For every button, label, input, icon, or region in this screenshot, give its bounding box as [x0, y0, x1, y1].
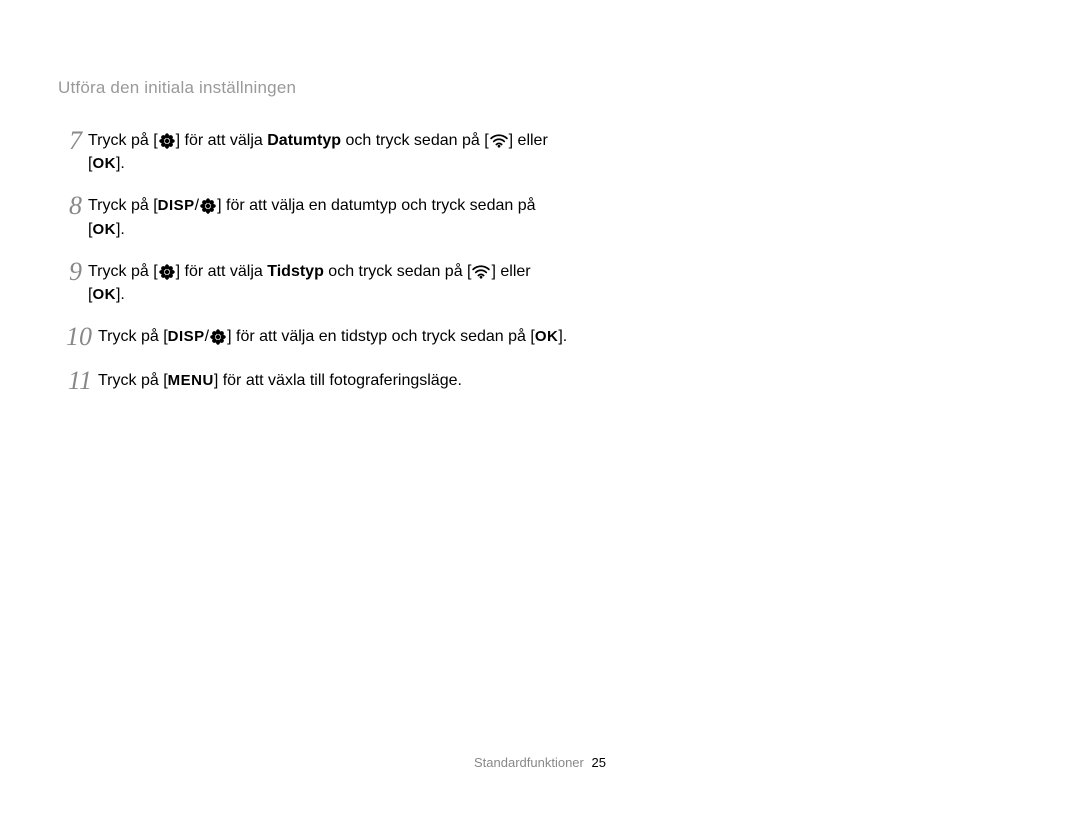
step-text-segment: ] för att välja [176, 132, 268, 149]
instruction-step: 10Tryck på [DISP/] för att välja en tids… [58, 324, 568, 350]
step-number: 10 [58, 324, 98, 350]
instruction-step: 11Tryck på [MENU] för att växla till fot… [58, 368, 568, 394]
disp-button-label: DISP [158, 197, 195, 214]
step-text-segment: Tryck på [ [98, 328, 168, 345]
flower-icon [210, 329, 226, 345]
step-text-segment: ]. [116, 286, 125, 303]
step-text-segment: ]. [116, 221, 125, 238]
page-footer: Standardfunktioner 25 [0, 755, 1080, 770]
ok-button-label: OK [535, 328, 559, 345]
step-text-segment: Tryck på [ [88, 132, 158, 149]
step-text: Tryck på [DISP/] för att välja en datumt… [88, 193, 568, 240]
wifi-icon [490, 134, 508, 148]
step-text-segment: ] för att välja [176, 263, 268, 280]
flower-icon [159, 264, 175, 280]
step-text-segment: Tryck på [ [98, 372, 168, 389]
ok-button-label: OK [92, 221, 116, 238]
step-bold-term: Datumtyp [267, 132, 341, 149]
flower-icon-wrapper [209, 329, 227, 345]
step-number: 8 [58, 193, 88, 219]
step-text-segment: ] för att välja en tidstyp och tryck sed… [227, 328, 535, 345]
step-text-segment: Tryck på [ [88, 197, 158, 214]
step-text: Tryck på [DISP/] för att välja en tidsty… [98, 324, 567, 348]
step-number: 9 [58, 259, 88, 285]
footer-page-number: 25 [592, 755, 606, 770]
wifi-icon-wrapper [489, 134, 509, 148]
ok-button-label: OK [92, 155, 116, 172]
wifi-icon [472, 265, 490, 279]
step-text: Tryck på [MENU] för att växla till fotog… [98, 368, 462, 392]
step-text: Tryck på [ ] för att välja Datumtyp och t… [88, 128, 568, 175]
instruction-step: 8Tryck på [DISP/] för att välja en datum… [58, 193, 568, 240]
step-text-segment: ]. [116, 155, 125, 172]
step-text-segment: ] för att växla till fotograferingsläge. [214, 372, 462, 389]
step-text-segment: och tryck sedan på [ [324, 263, 472, 280]
flower-icon-wrapper [158, 264, 176, 280]
instruction-step: 7Tryck på [ ] för att välja Datumtyp och … [58, 128, 568, 175]
menu-button-label: MENU [168, 372, 214, 389]
page-header: Utföra den initiala inställningen [58, 78, 296, 98]
ok-button-label: OK [92, 286, 116, 303]
instruction-list: 7Tryck på [] för att välja Datumtyp och … [58, 128, 568, 412]
wifi-icon-wrapper [471, 265, 491, 279]
step-bold-term: Tidstyp [267, 263, 324, 280]
step-text-segment: och tryck sedan på [ [341, 132, 489, 149]
step-text: Tryck på [ ] för att välja Tidstyp och tr… [88, 259, 568, 306]
flower-icon [200, 198, 216, 214]
flower-icon-wrapper [158, 133, 176, 149]
flower-icon [159, 133, 175, 149]
step-number: 7 [58, 128, 88, 154]
footer-section: Standardfunktioner [474, 755, 584, 770]
step-text-segment: Tryck på [ [88, 263, 158, 280]
flower-icon-wrapper [199, 198, 217, 214]
disp-button-label: DISP [168, 328, 205, 345]
step-text-segment: ]. [558, 328, 567, 345]
instruction-step: 9Tryck på [ ] för att välja Tidstyp och t… [58, 259, 568, 306]
step-number: 11 [58, 368, 98, 394]
